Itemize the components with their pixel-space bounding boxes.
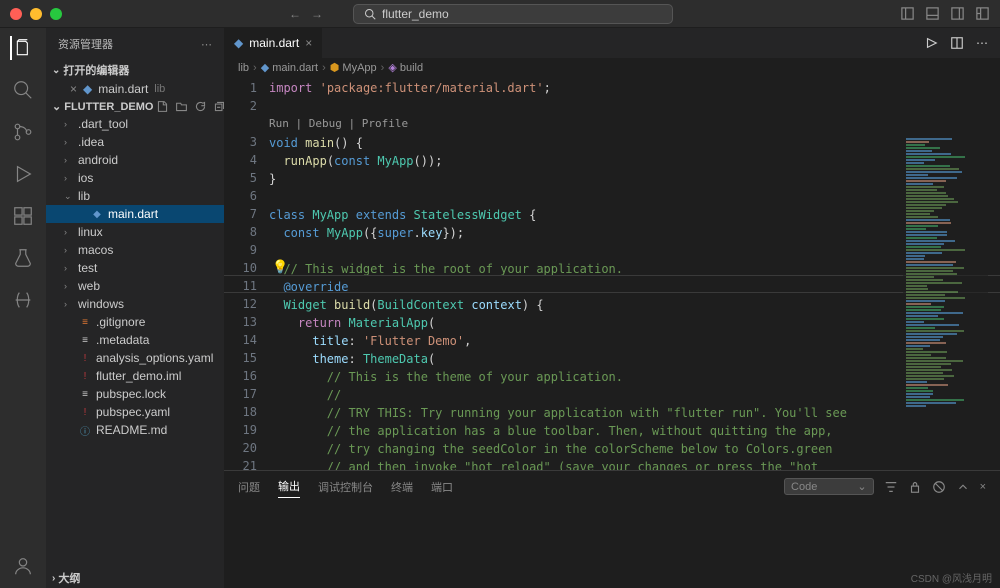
new-folder-icon[interactable] <box>175 100 188 113</box>
bottom-panel: 问题输出调试控制台终端端口 Code⌄ × <box>224 470 1000 588</box>
explorer-icon[interactable] <box>10 36 34 60</box>
layout-sidebar-left-icon[interactable] <box>900 6 915 21</box>
panel-tab-输出[interactable]: 输出 <box>278 475 300 498</box>
accounts-icon[interactable] <box>11 554 35 578</box>
search-icon[interactable] <box>11 78 35 102</box>
panel-tab-调试控制台[interactable]: 调试控制台 <box>318 476 373 498</box>
close-editor-icon[interactable]: × <box>70 82 77 96</box>
window-controls <box>10 8 62 20</box>
run-icon[interactable] <box>924 36 938 50</box>
file--gitignore[interactable]: ≡.gitignore <box>46 313 224 331</box>
close-window[interactable] <box>10 8 22 20</box>
file-README-md[interactable]: ⓘREADME.md <box>46 421 224 439</box>
editor-area: ◆ main.dart × ⋯ lib›◆ main.dart›⬢ MyApp›… <box>224 28 1000 588</box>
tab-main-dart[interactable]: ◆ main.dart × <box>224 28 323 58</box>
new-file-icon[interactable] <box>156 100 169 113</box>
file-analysis-options-yaml[interactable]: !analysis_options.yaml <box>46 349 224 367</box>
panel-tab-端口[interactable]: 端口 <box>431 476 453 498</box>
folder-windows[interactable]: ›windows <box>46 295 224 313</box>
lightbulb-icon[interactable]: 💡 <box>272 259 288 275</box>
dart-file-icon: ◆ <box>234 36 243 50</box>
sidebar-title: 资源管理器 <box>58 36 113 52</box>
search-text: flutter_demo <box>382 7 449 21</box>
run-debug-icon[interactable] <box>11 162 35 186</box>
folder-lib[interactable]: ⌄lib <box>46 187 224 205</box>
activity-bar <box>0 28 46 588</box>
nav-forward[interactable]: → <box>311 7 323 21</box>
file-tree: ›.dart_tool›.idea›android›ios⌄lib◆main.d… <box>46 115 224 439</box>
close-panel-icon[interactable]: × <box>980 481 986 493</box>
output-channel-dropdown[interactable]: Code⌄ <box>784 478 874 495</box>
maximize-panel-icon[interactable] <box>956 480 970 494</box>
nav-back[interactable]: ← <box>289 7 301 21</box>
layout-panel-icon[interactable] <box>925 6 940 21</box>
split-editor-icon[interactable] <box>950 36 964 50</box>
clear-output-icon[interactable] <box>932 480 946 494</box>
panel-tabs: 问题输出调试控制台终端端口 Code⌄ × <box>224 471 1000 502</box>
line-numbers: 12 3456789101112131415161718192021222324… <box>224 77 269 470</box>
sidebar: 资源管理器 ⋯ ⌄打开的编辑器 × ◆ main.dart lib ⌄FLUTT… <box>46 28 224 588</box>
file-flutter-demo-iml[interactable]: !flutter_demo.iml <box>46 367 224 385</box>
editor-tabs: ◆ main.dart × ⋯ <box>224 28 1000 58</box>
open-editors-header[interactable]: ⌄打开的编辑器 <box>46 60 224 80</box>
folder--dart-tool[interactable]: ›.dart_tool <box>46 115 224 133</box>
testing-icon[interactable] <box>11 246 35 270</box>
file-pubspec-yaml[interactable]: !pubspec.yaml <box>46 403 224 421</box>
dart-file-icon: ◆ <box>83 82 92 96</box>
remote-icon[interactable] <box>11 288 35 312</box>
minimap[interactable] <box>903 137 988 470</box>
more-actions-icon[interactable]: ⋯ <box>976 36 988 50</box>
panel-tab-终端[interactable]: 终端 <box>391 476 413 498</box>
titlebar: ← → flutter_demo <box>0 0 1000 28</box>
outline-header[interactable]: ›大纲 <box>46 568 224 588</box>
folder-test[interactable]: ›test <box>46 259 224 277</box>
folder-web[interactable]: ›web <box>46 277 224 295</box>
folder-android[interactable]: ›android <box>46 151 224 169</box>
project-folder-header[interactable]: ⌄FLUTTER_DEMO <box>46 98 224 115</box>
customize-layout-icon[interactable] <box>975 6 990 21</box>
lock-scroll-icon[interactable] <box>908 480 922 494</box>
open-editor-item[interactable]: × ◆ main.dart lib <box>46 80 224 98</box>
watermark: CSDN @风浅月明 <box>911 570 992 585</box>
layout-sidebar-right-icon[interactable] <box>950 6 965 21</box>
close-tab-icon[interactable]: × <box>305 36 312 50</box>
file-pubspec-lock[interactable]: ≡pubspec.lock <box>46 385 224 403</box>
folder-linux[interactable]: ›linux <box>46 223 224 241</box>
refresh-icon[interactable] <box>194 100 207 113</box>
sidebar-more-icon[interactable]: ⋯ <box>201 38 212 51</box>
breadcrumb[interactable]: lib›◆ main.dart›⬢ MyApp›◈ build <box>224 58 1000 77</box>
file-main-dart[interactable]: ◆main.dart <box>46 205 224 223</box>
maximize-window[interactable] <box>50 8 62 20</box>
filter-icon[interactable] <box>884 480 898 494</box>
minimize-window[interactable] <box>30 8 42 20</box>
nav-arrows: ← → <box>289 7 323 21</box>
folder--idea[interactable]: ›.idea <box>46 133 224 151</box>
extensions-icon[interactable] <box>11 204 35 228</box>
file--metadata[interactable]: ≡.metadata <box>46 331 224 349</box>
folder-ios[interactable]: ›ios <box>46 169 224 187</box>
folder-macos[interactable]: ›macos <box>46 241 224 259</box>
command-center[interactable]: flutter_demo <box>353 4 673 24</box>
source-control-icon[interactable] <box>11 120 35 144</box>
search-icon <box>364 8 376 20</box>
code-editor[interactable]: import 'package:flutter/material.dart'; … <box>269 77 1000 470</box>
panel-tab-问题[interactable]: 问题 <box>238 476 260 498</box>
